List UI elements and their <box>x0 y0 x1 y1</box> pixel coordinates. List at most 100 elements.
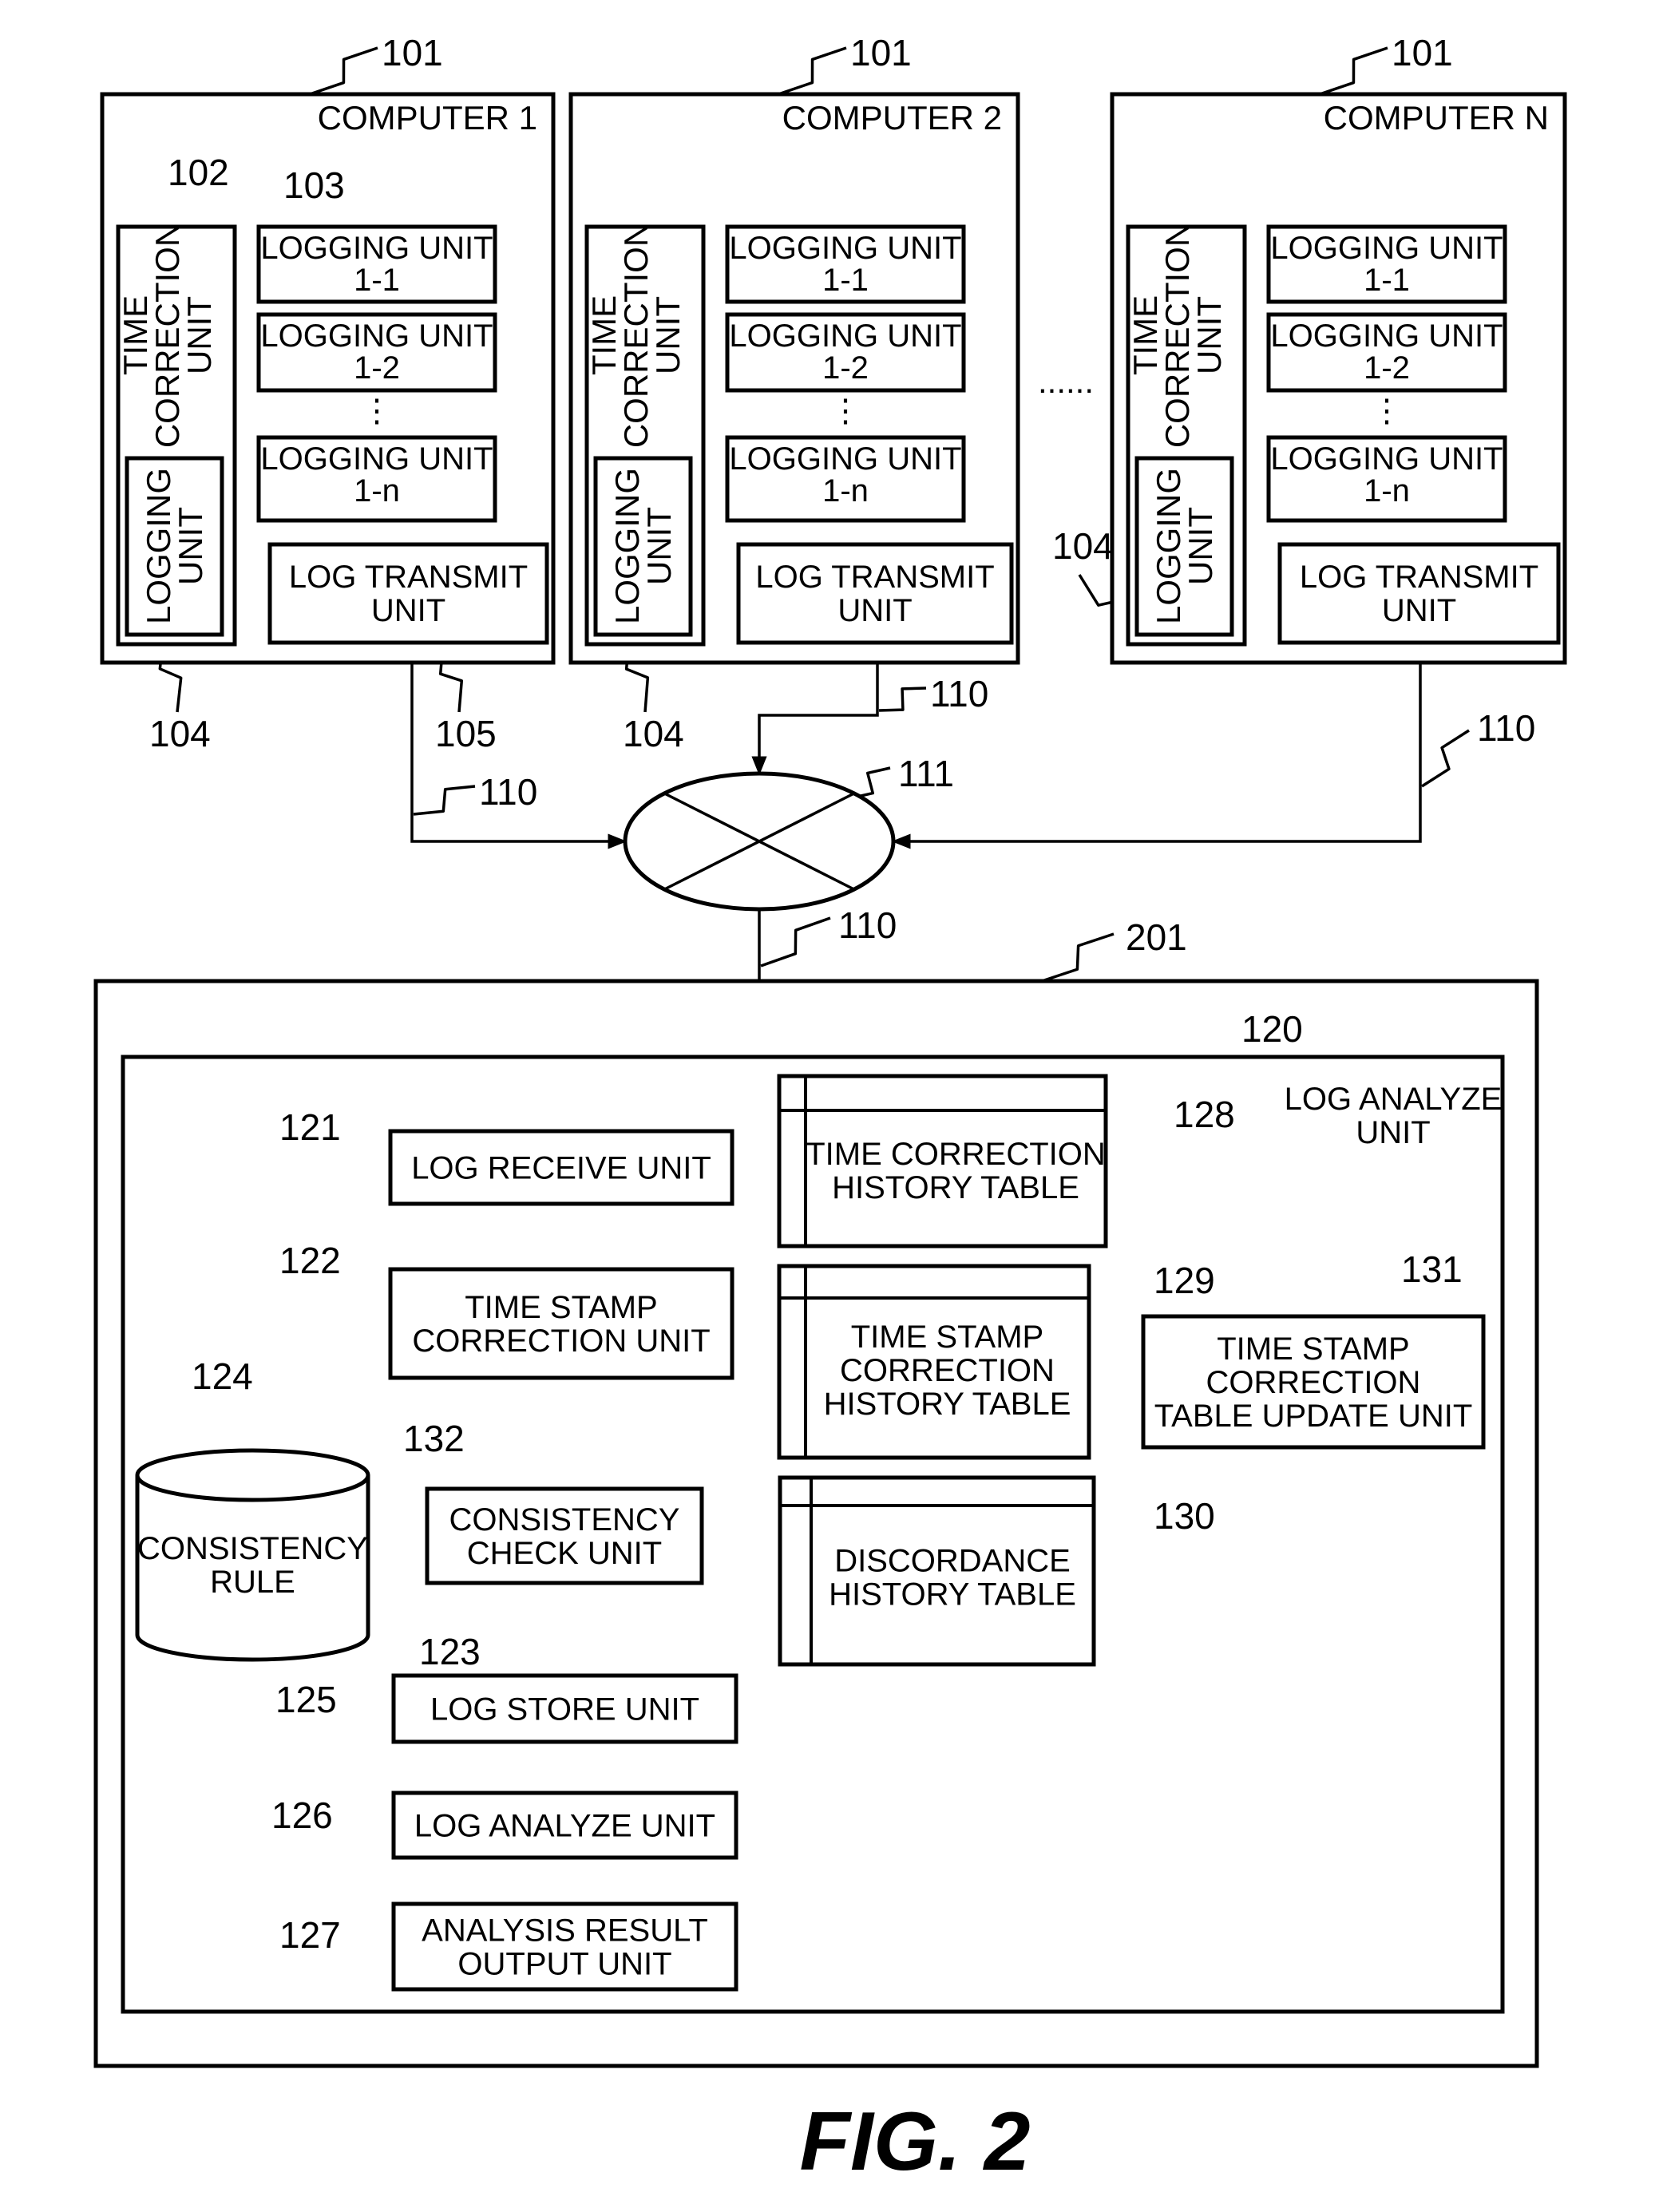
ref-121: 121 <box>279 1106 341 1148</box>
logging-unit-index: 1-2 <box>1364 350 1410 386</box>
inner-logging-label: UNIT <box>1182 507 1219 585</box>
logging-ellipsis: ⋮ <box>1371 394 1403 429</box>
ref-104-cn: 104 <box>1052 525 1114 567</box>
log-transmit-label: UNIT <box>837 593 912 628</box>
ref-101: 101 <box>382 32 443 73</box>
figure-caption: FIG. 2 <box>800 2095 1031 2188</box>
logging-unit-index: 1-1 <box>354 263 400 298</box>
discordance-history-table-label-line: DISCORDANCE <box>834 1544 1071 1579</box>
ref-104: 104 <box>149 713 211 754</box>
ref-111: 111 <box>898 753 954 794</box>
log-analyze-unit-title: LOG ANALYZE <box>1285 1082 1503 1117</box>
ref-127: 127 <box>279 1914 341 1956</box>
time-stamp-correction-table-update-unit-label-line: TABLE UPDATE UNIT <box>1154 1399 1473 1434</box>
ref-110-cn: 110 <box>1477 707 1535 749</box>
logging-unit-name: LOGGING UNIT <box>1270 231 1503 266</box>
ref-201: 201 <box>1126 916 1187 958</box>
logging-unit-index: 1-1 <box>1364 263 1410 298</box>
logging-unit-index: 1-2 <box>822 350 869 386</box>
computer-title: COMPUTER N <box>1324 99 1549 137</box>
leader-110-down <box>760 916 831 968</box>
log-transmit-label: UNIT <box>1382 593 1456 628</box>
consistency-check-unit-label-line: CONSISTENCY <box>449 1502 680 1537</box>
leader-110-c2 <box>878 687 927 712</box>
consistency-rule-label-line: CONSISTENCY <box>137 1531 368 1566</box>
log-store-unit-label-line: LOG STORE UNIT <box>430 1692 699 1727</box>
log-transmit-label: LOG TRANSMIT <box>289 560 528 595</box>
leader-110-cn <box>1421 729 1470 788</box>
time-stamp-correction-unit-label-line: TIME STAMP <box>465 1290 657 1325</box>
ref-131: 131 <box>1401 1248 1463 1290</box>
ref-128: 128 <box>1174 1094 1235 1135</box>
logging-unit-name: LOGGING UNIT <box>1270 441 1503 477</box>
computer-title: COMPUTER 1 <box>318 99 537 137</box>
inner-logging-label: UNIT <box>640 507 678 585</box>
ref-101: 101 <box>1392 32 1453 73</box>
analysis-result-output-unit-label-line: OUTPUT UNIT <box>457 1947 671 1982</box>
consistency-check-unit-label-line: CHECK UNIT <box>467 1536 662 1571</box>
ref-110-down: 110 <box>838 904 897 946</box>
time-correction-label: UNIT <box>649 296 687 374</box>
log-analyze-unit-title: UNIT <box>1356 1115 1430 1150</box>
time-stamp-correction-table-update-unit-label-line: TIME STAMP <box>1217 1332 1409 1367</box>
ref-105: 105 <box>435 713 497 754</box>
ref-132: 132 <box>403 1418 465 1459</box>
log-transmit-label: LOG TRANSMIT <box>755 560 994 595</box>
logging-unit-index: 1-n <box>822 473 869 508</box>
ref-124: 124 <box>192 1355 253 1397</box>
leader-101 <box>778 46 847 96</box>
leader-101 <box>1319 46 1388 96</box>
logging-unit-name: LOGGING UNIT <box>260 441 493 477</box>
log-receive-unit-label-line: LOG RECEIVE UNIT <box>411 1151 711 1186</box>
ref-123: 123 <box>419 1631 481 1672</box>
ref-125: 125 <box>275 1679 337 1720</box>
ref-110-c2: 110 <box>930 673 988 714</box>
consistency-rule-label-line: RULE <box>210 1565 295 1600</box>
time-correction-history-table-label-line: TIME CORRECTION <box>806 1137 1106 1172</box>
logging-unit-name: LOGGING UNIT <box>729 231 961 266</box>
logging-ellipsis: ⋮ <box>830 394 861 429</box>
time-stamp-correction-unit-label-line: CORRECTION UNIT <box>412 1324 710 1359</box>
logging-unit-name: LOGGING UNIT <box>1270 319 1503 354</box>
log-analyze-unit-label-line: LOG ANALYZE UNIT <box>414 1809 715 1844</box>
logging-unit-index: 1-n <box>354 473 400 508</box>
leader-110-c1 <box>413 785 476 816</box>
logging-unit-index: 1-n <box>1364 473 1410 508</box>
ref-122: 122 <box>279 1240 341 1281</box>
inner-logging-label: UNIT <box>172 507 209 585</box>
leader-201 <box>1041 932 1115 983</box>
discordance-history-table-label-line: HISTORY TABLE <box>829 1577 1076 1613</box>
ref-126: 126 <box>271 1795 333 1836</box>
computer-title: COMPUTER 2 <box>782 99 1002 137</box>
ref-102: 102 <box>168 152 229 193</box>
time-correction-history-table-label-line: HISTORY TABLE <box>832 1170 1079 1205</box>
time-stamp-correction-table-update-unit-label-line: CORRECTION <box>1206 1365 1421 1400</box>
logging-unit-name: LOGGING UNIT <box>260 231 493 266</box>
time-stamp-correction-history-table-label-line: CORRECTION <box>840 1353 1055 1388</box>
time-stamp-correction-history-table-label-line: TIME STAMP <box>851 1320 1043 1355</box>
ref-104-c2: 104 <box>623 713 684 754</box>
computers-ellipsis: ...... <box>1038 362 1094 400</box>
log-transmit-label: LOG TRANSMIT <box>1300 560 1538 595</box>
leader-101 <box>309 46 378 96</box>
analysis-result-output-unit-label-line: ANALYSIS RESULT <box>422 1913 708 1949</box>
logging-unit-index: 1-2 <box>354 350 400 386</box>
block-layer <box>93 92 1567 2068</box>
ref-101: 101 <box>850 32 912 73</box>
ref-129: 129 <box>1154 1260 1215 1301</box>
log-transmit-label: UNIT <box>371 593 445 628</box>
time-stamp-correction-history-table-label-line: HISTORY TABLE <box>824 1387 1071 1422</box>
logging-unit-index: 1-1 <box>822 263 869 298</box>
time-correction-label: UNIT <box>1190 296 1228 374</box>
ref-110-c1: 110 <box>479 771 537 813</box>
ref-120: 120 <box>1241 1008 1303 1050</box>
logging-unit-name: LOGGING UNIT <box>729 441 961 477</box>
ref-130: 130 <box>1154 1495 1215 1537</box>
logging-ellipsis: ⋮ <box>361 394 393 429</box>
time-correction-label: UNIT <box>180 296 218 374</box>
ref-103: 103 <box>283 164 345 206</box>
logging-unit-name: LOGGING UNIT <box>260 319 493 354</box>
system-block-diagram: COMPUTER 1101TIMECORRECTIONUNITLOGGINGUN… <box>93 32 1567 2188</box>
database-top-cap <box>135 1448 370 1502</box>
logging-unit-name: LOGGING UNIT <box>729 319 961 354</box>
